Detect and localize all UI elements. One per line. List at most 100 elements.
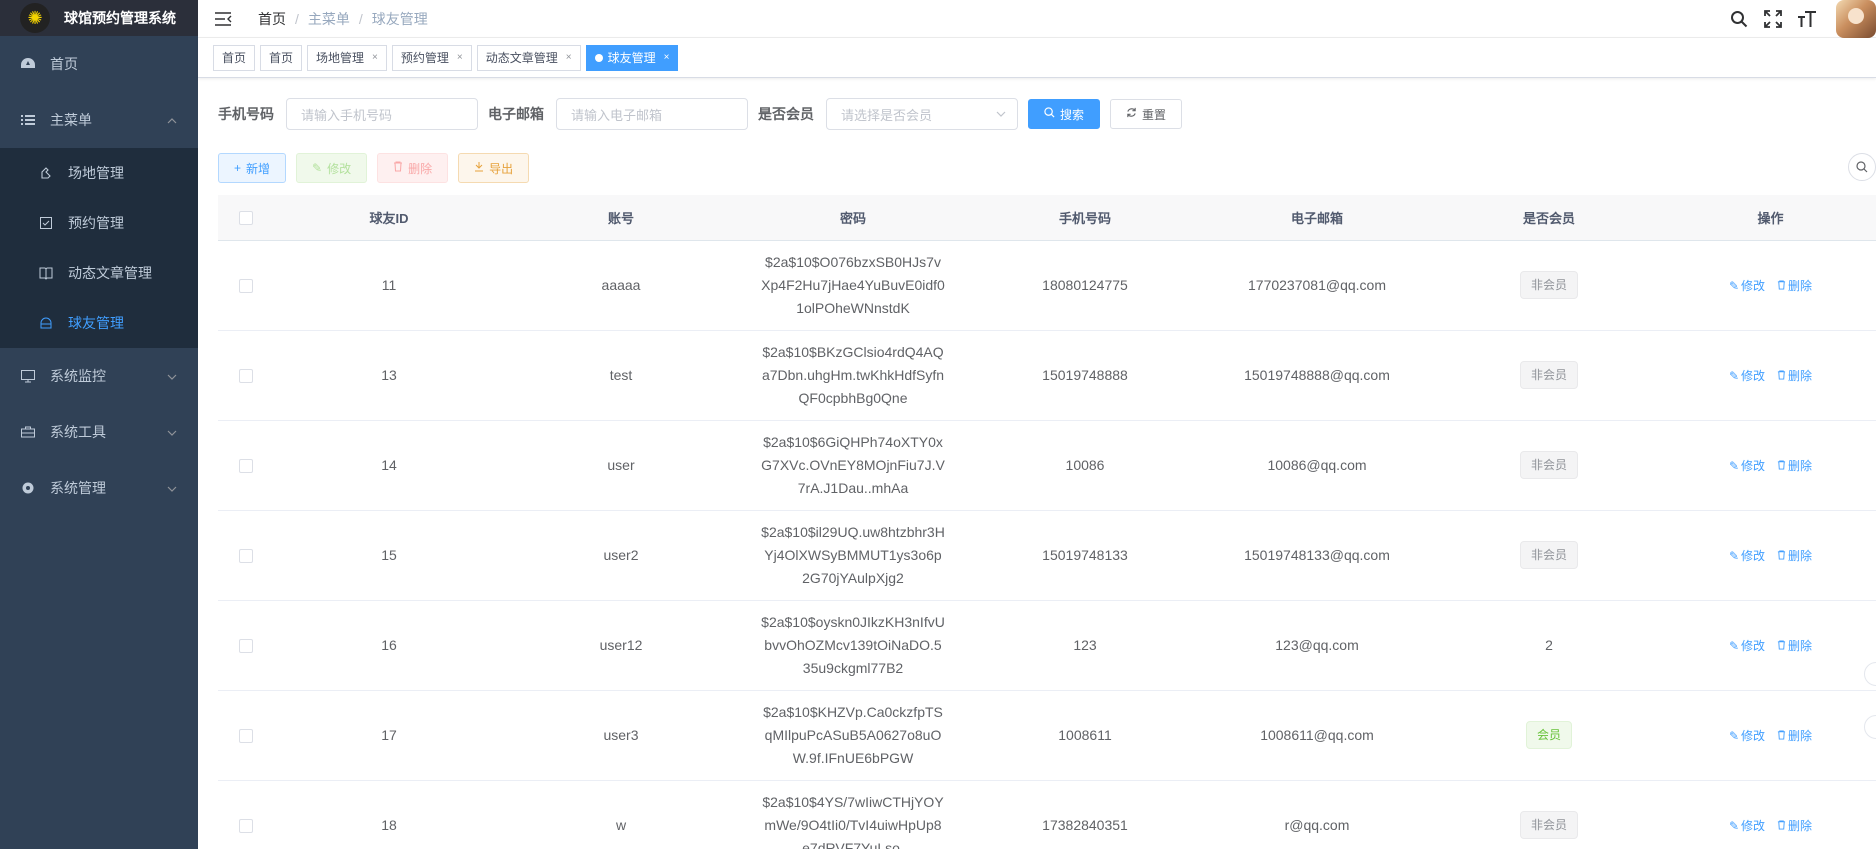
row-delete-button[interactable]: 删除 <box>1777 459 1812 473</box>
row-edit-label: 修改 <box>1741 728 1766 743</box>
row-delete-label: 删除 <box>1788 368 1813 383</box>
edit-icon: ✎ <box>1728 278 1740 293</box>
table-row: 14 user $2a$10$6GiQHPh74oXTY0xG7XVc.OVnEY8… <box>218 420 1876 511</box>
search-icon[interactable] <box>1729 9 1749 29</box>
navbar-right <box>1722 0 1876 38</box>
sidebar-item-articles[interactable]: 动态文章管理 <box>0 248 198 298</box>
sidebar-item-tools[interactable]: 系统工具 <box>0 404 198 460</box>
chevron-down-icon <box>995 108 1007 120</box>
row-delete-button[interactable]: 删除 <box>1777 549 1812 563</box>
member-badge: 非会员 <box>1519 271 1578 299</box>
row-delete-label: 删除 <box>1788 818 1813 833</box>
font-size-icon[interactable] <box>1797 9 1817 29</box>
row-edit-button[interactable]: ✎ 修改 <box>1729 369 1765 383</box>
tag-players[interactable]: 球友管理 × <box>585 44 679 71</box>
tag-home[interactable]: 首页 <box>213 44 256 71</box>
table-row: 18 w $2a$10$4YS/7wIiwCTHjYOYmWe/9O4tIi0/Tv… <box>218 780 1876 849</box>
tag-court[interactable]: 场地管理 × <box>307 44 387 71</box>
password-cell: $2a$10$BKzGClsio4rdQ4AQa7Dbn.uhgHm.twKhk… <box>737 330 969 421</box>
row-checkbox[interactable] <box>238 639 253 654</box>
edit-button[interactable]: ✎ 修改 <box>296 153 368 183</box>
phone-input[interactable]: 请输入手机号码 <box>286 98 478 130</box>
sidebar-item-home[interactable]: 首页 <box>0 36 198 92</box>
chevron-up-icon <box>166 114 178 126</box>
tag-home-2[interactable]: 首页 <box>260 44 303 71</box>
trash-icon <box>1777 369 1786 383</box>
column-header: 密码 <box>737 195 969 241</box>
trash-icon <box>1777 729 1786 743</box>
close-icon[interactable]: × <box>566 46 572 70</box>
export-button[interactable]: 导出 <box>458 153 530 183</box>
sidebar-item-label: 系统管理 <box>50 480 106 496</box>
trash-icon <box>1777 819 1786 833</box>
row-checkbox[interactable] <box>238 369 253 384</box>
monitor-icon <box>20 368 36 384</box>
edit-icon: ✎ <box>1728 458 1740 473</box>
sidebar-item-main-menu[interactable]: 主菜单 <box>0 92 198 148</box>
row-delete-button[interactable]: 删除 <box>1777 279 1812 293</box>
sidebar-item-monitor[interactable]: 系统监控 <box>0 348 198 404</box>
breadcrumb-home[interactable]: 首页 <box>258 9 286 29</box>
players-table: 球友ID 账号 密码 手机号码 电子邮箱 是否会员 操作 11 aaaaa $2a$… <box>218 195 1876 849</box>
edit-icon: ✎ <box>1728 548 1740 563</box>
sidebar-item-players[interactable]: 球友管理 <box>0 298 198 348</box>
sidebar-item-court[interactable]: 场地管理 <box>0 148 198 198</box>
avatar[interactable] <box>1836 0 1876 38</box>
member-placeholder: 请选择是否会员 <box>841 107 933 123</box>
player-id-cell: 13 <box>273 330 505 421</box>
dashboard-icon <box>20 56 36 72</box>
row-delete-button[interactable]: 删除 <box>1777 639 1812 653</box>
close-icon[interactable]: × <box>664 46 670 70</box>
row-checkbox[interactable] <box>238 819 253 834</box>
row-checkbox[interactable] <box>238 459 253 474</box>
search-toggle-icon[interactable] <box>1848 153 1876 181</box>
password-cell: $2a$10$il29UQ.uw8htzbhr3HYj4OlXWSyBMMUT1… <box>737 510 969 601</box>
user-group-icon <box>38 315 54 331</box>
toolbox-icon <box>20 424 36 440</box>
member-select[interactable]: 请选择是否会员 <box>826 98 1018 130</box>
breadcrumb-separator: / <box>358 10 363 27</box>
row-delete-label: 删除 <box>1788 728 1813 743</box>
reset-button[interactable]: 重置 <box>1110 99 1183 129</box>
sidebar-item-booking[interactable]: 预约管理 <box>0 198 198 248</box>
tags-view: 首页 首页 场地管理 × 预约管理 × 动态文章管理 × 球友管理 × <box>198 38 1876 78</box>
row-edit-button[interactable]: ✎ 修改 <box>1729 729 1765 743</box>
tag-label: 动态文章管理 <box>485 50 558 65</box>
password-cell: $2a$10$4YS/7wIiwCTHjYOYmWe/9O4tIi0/TvI4u… <box>737 780 969 849</box>
select-all-checkbox[interactable] <box>238 211 253 226</box>
player-id-cell: 17 <box>273 690 505 781</box>
row-checkbox[interactable] <box>238 549 253 564</box>
tag-booking[interactable]: 预约管理 × <box>391 44 472 71</box>
row-checkbox[interactable] <box>238 279 253 294</box>
row-delete-button[interactable]: 删除 <box>1777 819 1812 833</box>
row-delete-button[interactable]: 删除 <box>1777 729 1812 743</box>
phone-cell: 15019748133 <box>969 510 1201 601</box>
search-button[interactable]: 搜索 <box>1028 99 1101 129</box>
email-input[interactable]: 请输入电子邮箱 <box>556 98 748 130</box>
checkbox-icon <box>38 215 54 231</box>
tag-articles[interactable]: 动态文章管理 × <box>476 44 581 71</box>
row-edit-label: 修改 <box>1741 278 1766 293</box>
sidebar-item-system[interactable]: 系统管理 <box>0 460 198 516</box>
close-icon[interactable]: × <box>372 46 378 70</box>
row-checkbox[interactable] <box>238 729 253 744</box>
member-cell: 非会员 <box>1433 240 1665 331</box>
row-delete-button[interactable]: 删除 <box>1777 369 1812 383</box>
row-edit-button[interactable]: ✎ 修改 <box>1729 639 1765 653</box>
delete-button[interactable]: 删除 <box>377 153 449 183</box>
logo[interactable]: ✺ 球馆预约管理系统 <box>0 0 198 36</box>
row-edit-button[interactable]: ✎ 修改 <box>1729 279 1765 293</box>
fullscreen-icon[interactable] <box>1763 9 1783 29</box>
row-select-cell <box>218 510 273 601</box>
phone-label: 手机号码 <box>218 106 274 122</box>
row-edit-button[interactable]: ✎ 修改 <box>1729 459 1765 473</box>
edit-icon: ✎ <box>1728 818 1740 833</box>
password-cell: $2a$10$KHZVp.Ca0ckzfpTSqMIlpuPcASuB5A062… <box>737 690 969 781</box>
row-edit-button[interactable]: ✎ 修改 <box>1729 819 1765 833</box>
add-button[interactable]: + 新增 <box>218 153 287 183</box>
close-icon[interactable]: × <box>457 46 463 70</box>
row-edit-button[interactable]: ✎ 修改 <box>1729 549 1765 563</box>
row-select-cell <box>218 690 273 781</box>
hamburger-icon[interactable] <box>214 10 232 28</box>
row-delete-label: 删除 <box>1788 458 1813 473</box>
